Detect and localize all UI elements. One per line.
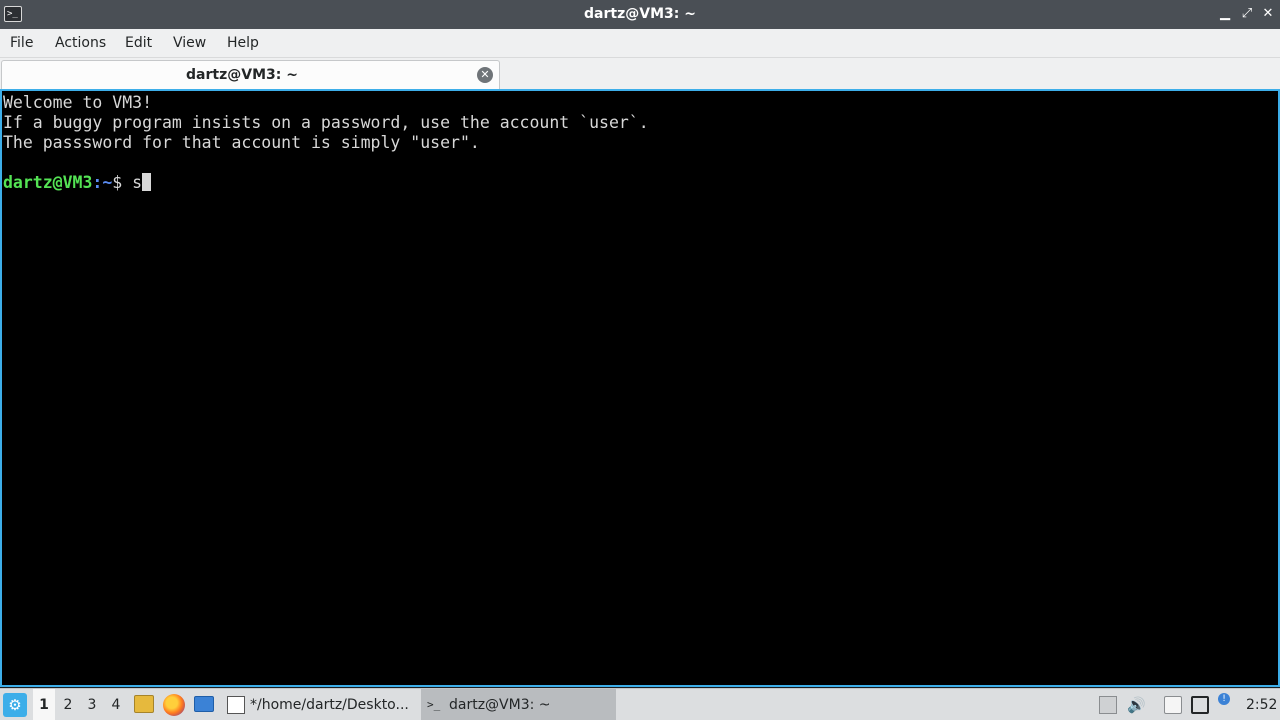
menu-actions[interactable]: Actions bbox=[55, 35, 106, 51]
minimize-button[interactable]: ▁ bbox=[1216, 5, 1234, 23]
prompt-symbol: $ bbox=[112, 173, 133, 192]
tab-label: dartz@VM3: ~ bbox=[186, 67, 298, 83]
task-label: */home/dartz/Deskto... bbox=[250, 697, 409, 713]
menu-bar: File Actions Edit View Help bbox=[0, 29, 1280, 58]
taskbar-task-terminal[interactable]: >_ dartz@VM3: ~ bbox=[421, 689, 616, 720]
terminal-prompt-line[interactable]: dartz@VM3:~$ s bbox=[3, 173, 152, 193]
terminal-icon: >_ bbox=[427, 698, 441, 711]
terminal-view[interactable]: Welcome to VM3! If a buggy program insis… bbox=[0, 89, 1280, 687]
taskbar-task-editor[interactable]: */home/dartz/Deskto... bbox=[222, 689, 417, 720]
firefox-icon[interactable] bbox=[163, 694, 185, 716]
tab-close-icon[interactable]: ✕ bbox=[477, 67, 493, 83]
workspace-2[interactable]: 2 bbox=[57, 689, 79, 720]
close-button[interactable]: ✕ bbox=[1259, 5, 1277, 23]
window-titlebar[interactable]: >_ dartz@VM3: ~ ▁ ⤢ ✕ bbox=[0, 0, 1280, 29]
clock[interactable]: 2:52 bbox=[1246, 689, 1277, 720]
prompt-user: dartz@VM3 bbox=[3, 173, 93, 192]
tab-terminal[interactable]: dartz@VM3: ~ ✕ bbox=[1, 60, 500, 89]
file-manager-icon[interactable] bbox=[134, 695, 154, 713]
volume-icon[interactable]: 🔊 bbox=[1127, 696, 1146, 714]
prompt-path: ~ bbox=[102, 173, 113, 192]
terminal-input[interactable]: s bbox=[132, 173, 142, 192]
text-cursor bbox=[142, 173, 152, 191]
terminal-output-line: If a buggy program insists on a password… bbox=[3, 113, 649, 132]
task-label: dartz@VM3: ~ bbox=[449, 697, 551, 713]
tray-icon[interactable] bbox=[1099, 696, 1117, 714]
prompt-separator: : bbox=[92, 173, 103, 192]
workspace-1[interactable]: 1 bbox=[33, 689, 55, 720]
taskbar: ⚙ 1 2 3 4 */home/dartz/Deskto... >_ dart… bbox=[0, 688, 1280, 720]
terminal-output-line: Welcome to VM3! bbox=[3, 93, 153, 112]
tab-bar: dartz@VM3: ~ ✕ bbox=[0, 58, 1280, 89]
workspace-4[interactable]: 4 bbox=[105, 689, 127, 720]
clipboard-icon[interactable] bbox=[1164, 696, 1182, 714]
menu-file[interactable]: File bbox=[10, 35, 33, 51]
menu-view[interactable]: View bbox=[173, 35, 206, 51]
update-notification-icon[interactable]: ! bbox=[1218, 693, 1230, 705]
text-editor-icon bbox=[227, 696, 245, 714]
menu-help[interactable]: Help bbox=[227, 35, 259, 51]
start-menu-icon[interactable]: ⚙ bbox=[3, 693, 27, 717]
show-desktop-icon[interactable] bbox=[194, 696, 214, 712]
terminal-output-line: The passsword for that account is simply… bbox=[3, 133, 480, 152]
workspace-3[interactable]: 3 bbox=[81, 689, 103, 720]
network-icon[interactable] bbox=[1191, 696, 1209, 714]
maximize-button[interactable]: ⤢ bbox=[1238, 5, 1256, 23]
window-title: dartz@VM3: ~ bbox=[584, 6, 696, 22]
menu-edit[interactable]: Edit bbox=[125, 35, 152, 51]
